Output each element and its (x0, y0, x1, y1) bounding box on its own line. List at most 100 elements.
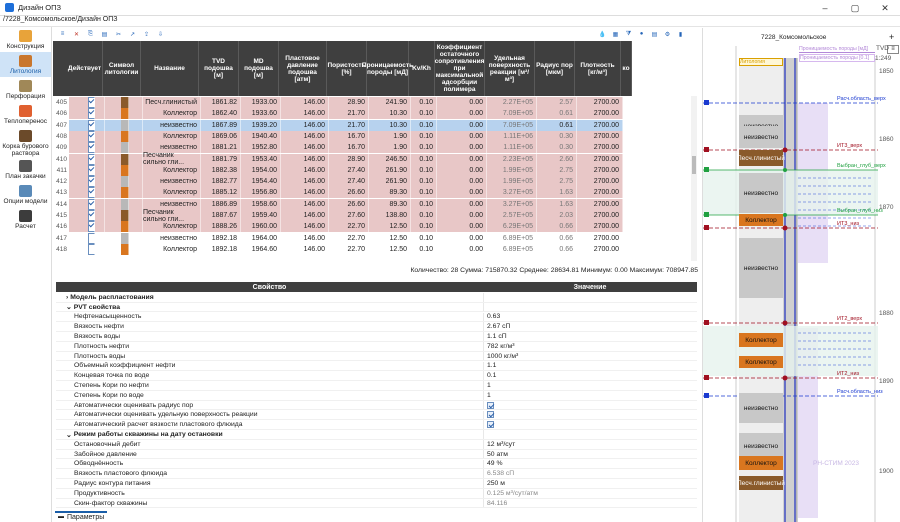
table-row[interactable]: Коллектор 1888.26 1960.00 146.00 22.70 12.50 0… (69, 221, 623, 233)
table-row[interactable]: неизвестно 1867.89 1939.20 146.00 21.70 10.30… (69, 119, 623, 131)
cell-tvd[interactable]: 1892.18 (201, 232, 241, 244)
cell-perm[interactable]: 12.50 (369, 232, 411, 244)
cell-koef[interactable]: 0.00 (437, 243, 487, 255)
cell-dens[interactable]: 2700.00 (577, 232, 623, 244)
cell-md[interactable]: 1933.60 (241, 108, 281, 120)
cell-name[interactable]: Песч.глинистый (143, 97, 201, 108)
cell-active[interactable] (69, 232, 105, 244)
column-header[interactable]: ко (621, 41, 632, 96)
property-checkbox[interactable] (487, 421, 494, 429)
cell-koef[interactable]: 0.00 (437, 119, 487, 131)
cell-active[interactable] (69, 198, 105, 210)
filter-icon[interactable]: ⧩ (624, 30, 633, 39)
cell-p[interactable]: 146.00 (281, 108, 329, 120)
active-checkbox[interactable] (88, 130, 95, 142)
property-value[interactable]: 1.1 (483, 361, 697, 371)
cell-md[interactable]: 1952.80 (241, 142, 281, 154)
cell-p[interactable]: 146.00 (281, 243, 329, 255)
cell-symbol[interactable] (105, 210, 143, 221)
cell-symbol[interactable] (105, 153, 143, 165)
table-row[interactable]: Песчаник сильно гли... 1881.79 1953.40 146.… (69, 152, 623, 166)
active-checkbox[interactable] (88, 232, 95, 244)
scroll-thumb[interactable] (692, 156, 696, 174)
property-row[interactable]: Автоматически оценивать удельную поверхн… (56, 410, 697, 421)
cell-r[interactable]: 0.61 (537, 108, 577, 120)
cell-surf[interactable]: 2.27E+05 (487, 97, 537, 108)
cell-por[interactable]: 22.70 (329, 232, 369, 244)
sidebar-item-5[interactable]: План закачки (0, 157, 51, 182)
cell-surf[interactable]: 1.99E+05 (487, 176, 537, 188)
property-row[interactable]: Обводнённость 49 % (56, 459, 697, 470)
cell-kv[interactable]: 0.10 (411, 108, 437, 120)
cell-koef[interactable]: 0.00 (437, 153, 487, 165)
cell-r[interactable]: 2.03 (537, 210, 577, 221)
property-row[interactable]: Автоматически оценивать радиус пор (56, 400, 697, 411)
cell-tvd[interactable]: 1882.77 (201, 176, 241, 188)
property-group[interactable]: › Модель распластования (56, 293, 697, 303)
cell-tvd[interactable]: 1887.67 (201, 210, 241, 221)
cell-tvd[interactable]: 1861.82 (201, 97, 241, 108)
cell-name[interactable]: Коллектор (143, 221, 201, 233)
sidebar-item-0[interactable]: Конструкция (0, 27, 51, 52)
cell-r[interactable]: 0.66 (537, 243, 577, 255)
copy-icon[interactable]: ⎘ (86, 30, 95, 39)
cell-kv[interactable]: 0.10 (411, 187, 437, 199)
property-row[interactable]: Остановочный дебит 12 м³/сут (56, 440, 697, 450)
cut-icon[interactable]: ✂ (114, 30, 123, 39)
cell-md[interactable]: 1956.80 (241, 187, 281, 199)
active-checkbox[interactable] (88, 97, 95, 108)
cell-dens[interactable]: 2700.00 (577, 198, 623, 210)
cell-por[interactable]: 16.70 (329, 142, 369, 154)
table-row[interactable]: Песч.глинистый 1861.82 1933.00 146.00 28.90 2… (69, 97, 623, 108)
cell-dens[interactable]: 2700.00 (577, 119, 623, 131)
active-checkbox[interactable] (88, 142, 95, 154)
sidebar-item-7[interactable]: Расчет (0, 207, 51, 232)
cell-md[interactable]: 1960.00 (241, 221, 281, 233)
cell-perm[interactable]: 12.50 (369, 243, 411, 255)
cell-symbol[interactable] (105, 187, 143, 199)
cell-kv[interactable]: 0.10 (411, 221, 437, 233)
expand-icon[interactable]: › (66, 294, 68, 301)
cell-r[interactable]: 0.66 (537, 221, 577, 233)
cell-md[interactable]: 1939.20 (241, 119, 281, 131)
property-row[interactable]: Степень Кори по нефти 1 (56, 381, 697, 391)
property-value[interactable] (483, 420, 697, 430)
cell-r[interactable]: 2.75 (537, 176, 577, 188)
active-checkbox[interactable] (88, 108, 95, 120)
cell-name[interactable]: неизвестно (143, 232, 201, 244)
active-checkbox[interactable] (88, 243, 95, 255)
active-checkbox[interactable] (88, 164, 95, 176)
cell-dens[interactable]: 2700.00 (577, 176, 623, 188)
column-header[interactable]: Kv/Kh (409, 41, 435, 96)
column-header[interactable]: MD подошва [м] (239, 41, 279, 96)
lithology-interval[interactable]: Коллектор (739, 456, 783, 470)
active-checkbox[interactable] (88, 187, 95, 199)
cell-p[interactable]: 146.00 (281, 176, 329, 188)
cell-r[interactable]: 0.61 (537, 119, 577, 131)
cell-por[interactable]: 22.70 (329, 221, 369, 233)
property-value[interactable]: 50 атм (483, 449, 697, 459)
cell-active[interactable] (69, 119, 105, 131)
lithology-interval[interactable]: неизвестно (739, 126, 783, 148)
cell-symbol[interactable] (105, 108, 143, 120)
lithology-interval[interactable]: Коллектор (739, 333, 783, 347)
cell-koef[interactable]: 0.00 (437, 198, 487, 210)
cell-tvd[interactable]: 1881.79 (201, 153, 241, 165)
cell-md[interactable]: 1940.40 (241, 130, 281, 142)
table-icon[interactable]: ▤ (650, 30, 659, 39)
cell-dens[interactable]: 2700.00 (577, 97, 623, 108)
cell-symbol[interactable] (105, 176, 143, 188)
cell-surf[interactable]: 2.23E+05 (487, 153, 537, 165)
cell-perm[interactable]: 10.30 (369, 108, 411, 120)
cell-surf[interactable]: 3.27E+05 (487, 187, 537, 199)
property-value[interactable]: 0.63 (483, 312, 697, 322)
cell-p[interactable]: 146.00 (281, 198, 329, 210)
property-value[interactable] (483, 410, 697, 420)
property-value[interactable]: 1 (483, 391, 697, 400)
settings-icon[interactable]: ⚙ (663, 30, 672, 39)
bar-chart-icon[interactable]: ▮ (676, 30, 685, 39)
cell-por[interactable]: 28.90 (329, 97, 369, 108)
active-checkbox[interactable] (88, 221, 95, 233)
cell-koef[interactable]: 0.00 (437, 130, 487, 142)
import-icon[interactable]: ⇩ (156, 30, 165, 39)
